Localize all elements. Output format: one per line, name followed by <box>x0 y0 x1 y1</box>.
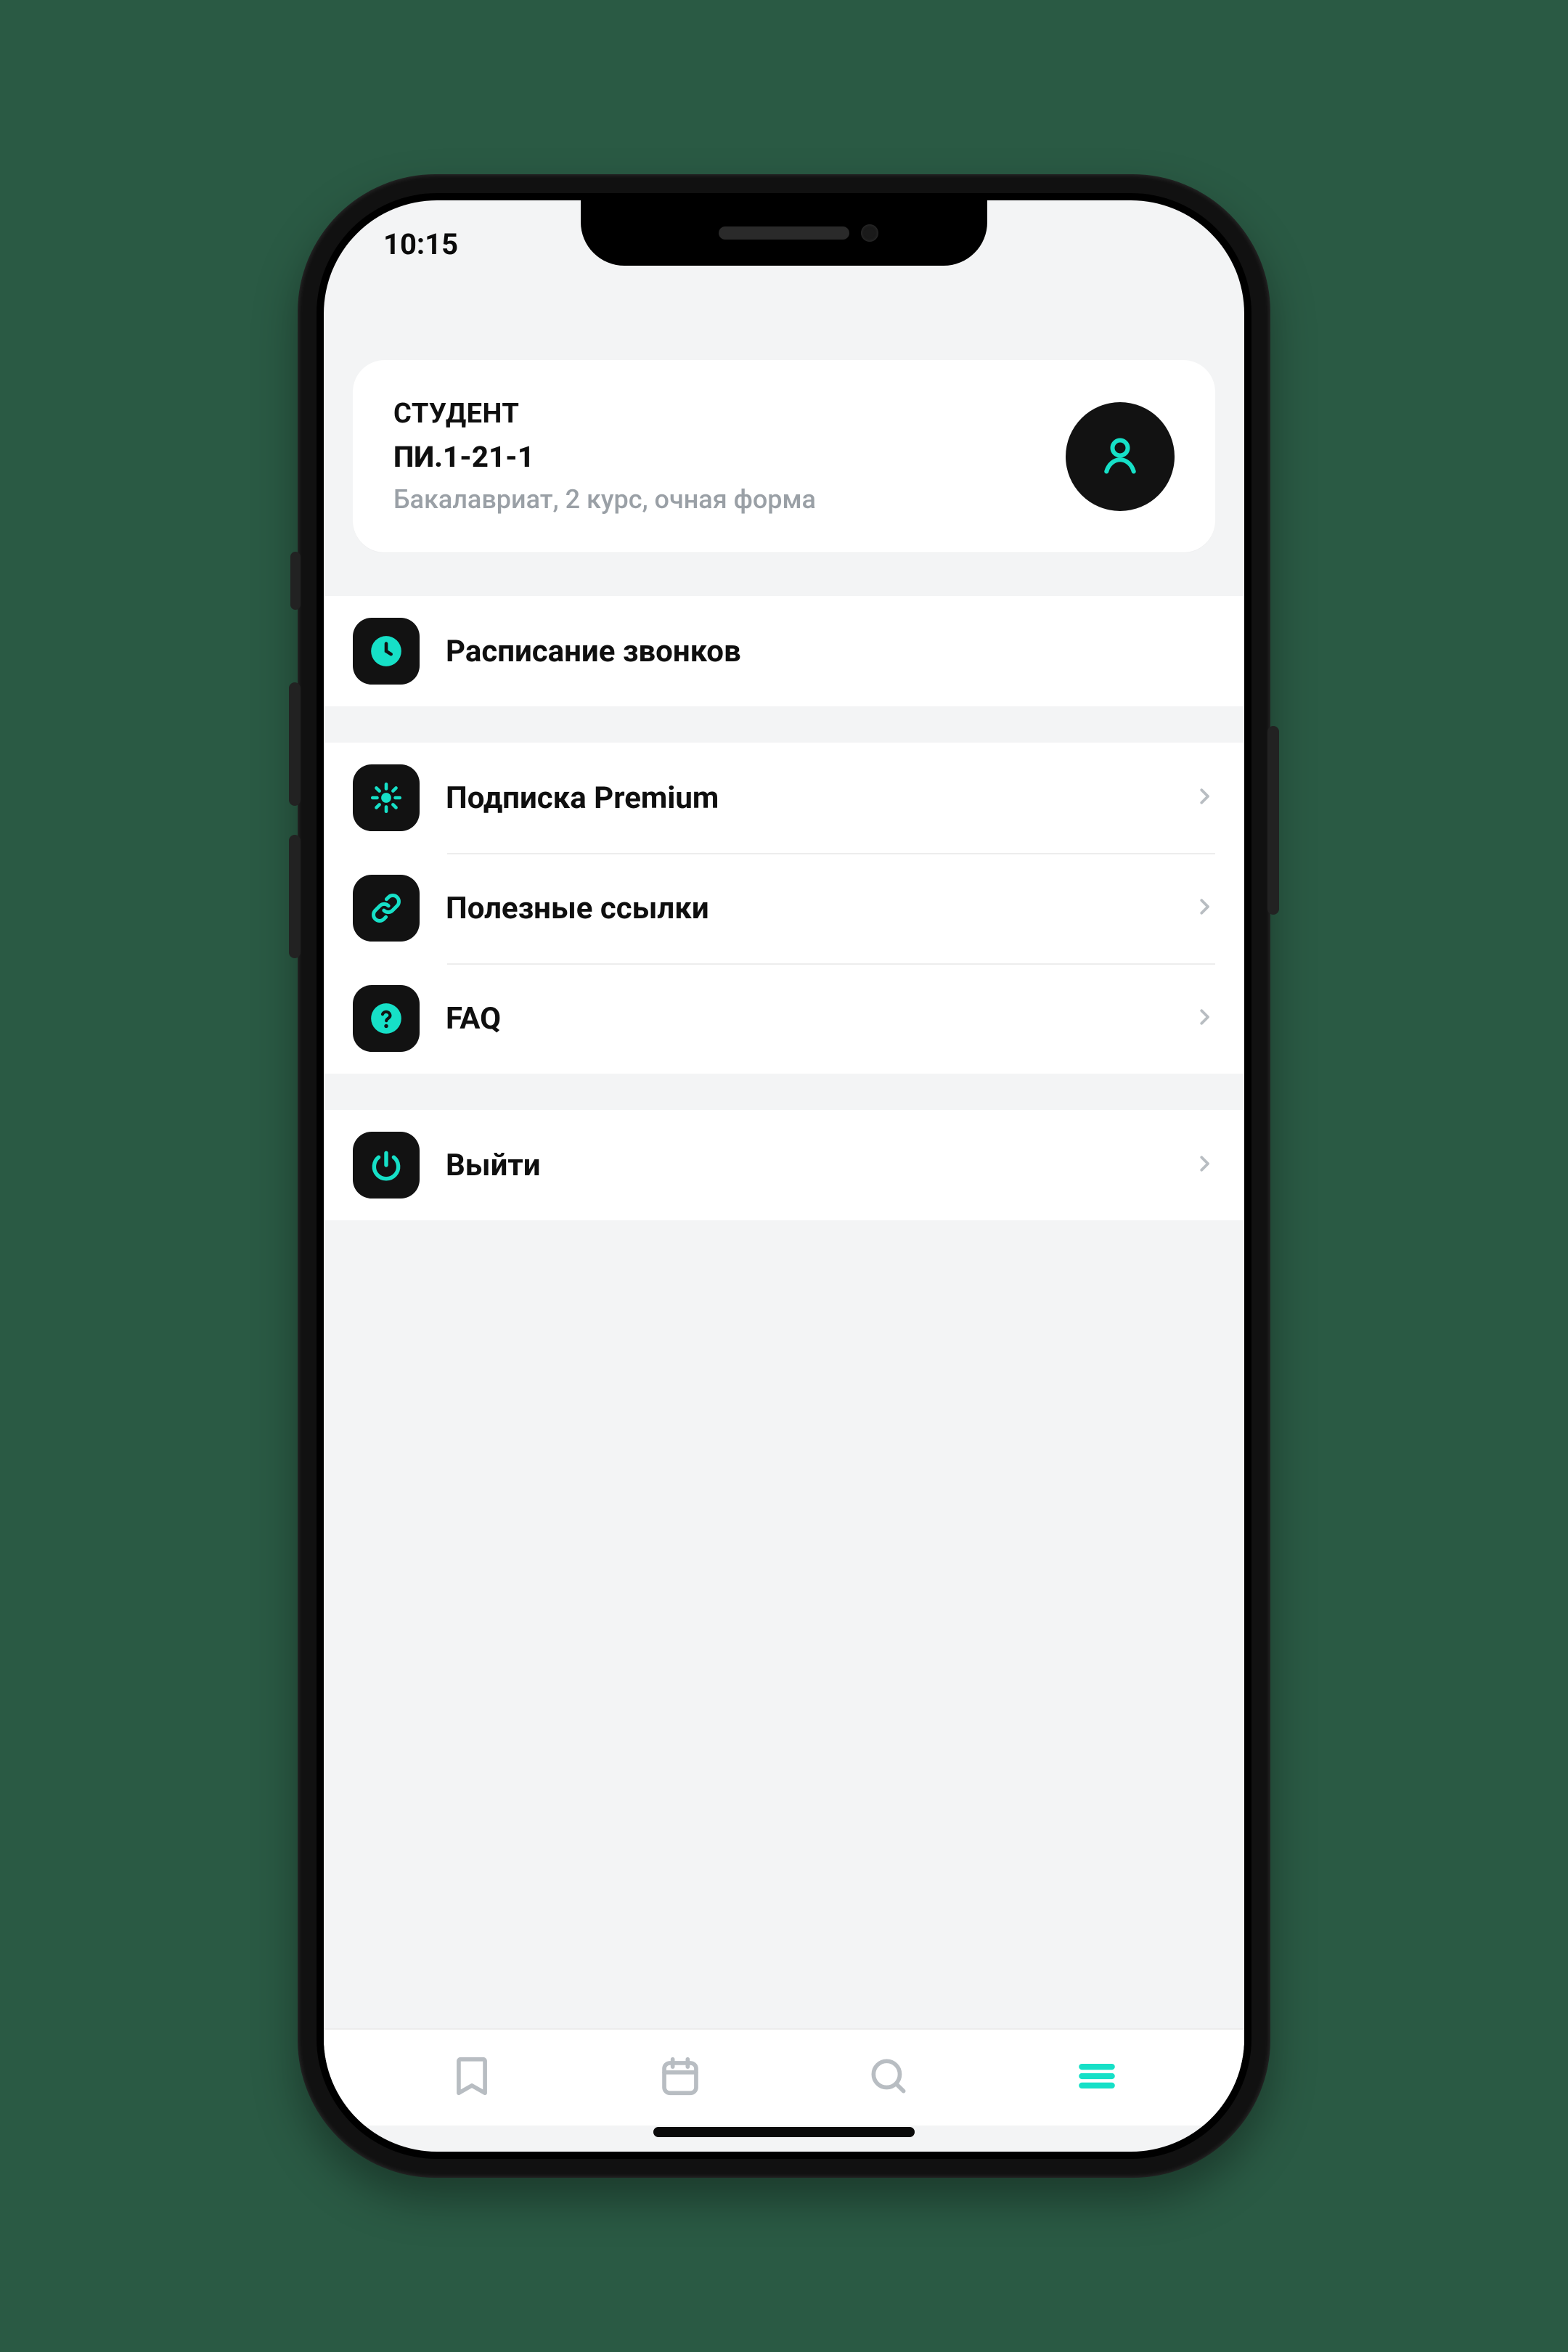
tab-search[interactable] <box>862 2051 915 2104</box>
front-camera <box>861 224 878 242</box>
profile-role: СТУДЕНТ <box>393 398 816 430</box>
chevron-right-icon <box>1193 1006 1215 1031</box>
profile-description: Бакалавриат, 2 курс, очная форма <box>393 484 816 515</box>
side-button-volume-down <box>289 835 301 958</box>
side-button-silence <box>290 552 301 610</box>
notch <box>581 200 987 266</box>
row-label: FAQ <box>446 1001 1167 1037</box>
row-label: Подписка Premium <box>446 780 1167 816</box>
premium-icon <box>353 764 420 831</box>
row-label: Полезные ссылки <box>446 891 1167 926</box>
tab-bar <box>324 2028 1244 2126</box>
chevron-right-icon <box>1193 896 1215 920</box>
profile-group: ПИ.1-21-1 <box>393 440 816 474</box>
row-premium[interactable]: Подписка Premium <box>324 743 1244 853</box>
row-bell-schedule[interactable]: Расписание звонков <box>324 596 1244 706</box>
status-time: 10:15 <box>383 227 458 261</box>
section-2: Выйти <box>324 1110 1244 1220</box>
person-icon <box>1098 433 1142 480</box>
help-icon <box>353 985 420 1052</box>
calendar-icon <box>658 2054 703 2102</box>
section-0: Расписание звонков <box>324 596 1244 706</box>
bookmark-icon <box>449 2054 494 2102</box>
row-logout[interactable]: Выйти <box>324 1110 1244 1220</box>
power-icon <box>353 1132 420 1199</box>
side-button-volume-up <box>289 682 301 806</box>
screen: 10:15 СТУДЕНТ <box>324 200 1244 2152</box>
menu-icon <box>1074 2054 1119 2102</box>
side-button-power <box>1267 726 1279 915</box>
phone-frame: 10:15 СТУДЕНТ <box>298 174 1270 2178</box>
chevron-right-icon <box>1193 785 1215 810</box>
tab-calendar[interactable] <box>654 2051 706 2104</box>
tab-bookmark[interactable] <box>446 2051 498 2104</box>
content-area: СТУДЕНТ ПИ.1-21-1 Бакалавриат, 2 курс, о… <box>324 360 1244 2028</box>
chevron-right-icon <box>1193 1153 1215 1177</box>
link-icon <box>353 875 420 942</box>
row-label: Расписание звонков <box>446 634 1215 669</box>
profile-card[interactable]: СТУДЕНТ ПИ.1-21-1 Бакалавриат, 2 курс, о… <box>353 360 1215 552</box>
search-icon <box>866 2054 911 2102</box>
row-useful-links[interactable]: Полезные ссылки <box>324 853 1244 963</box>
home-indicator[interactable] <box>653 2127 915 2137</box>
tab-menu[interactable] <box>1071 2051 1123 2104</box>
section-1: Подписка Premium Полезные ссылки <box>324 743 1244 1074</box>
avatar[interactable] <box>1066 402 1175 511</box>
speaker-grille <box>719 226 849 240</box>
clock-icon <box>353 618 420 685</box>
row-label: Выйти <box>446 1148 1167 1183</box>
row-faq[interactable]: FAQ <box>324 963 1244 1074</box>
